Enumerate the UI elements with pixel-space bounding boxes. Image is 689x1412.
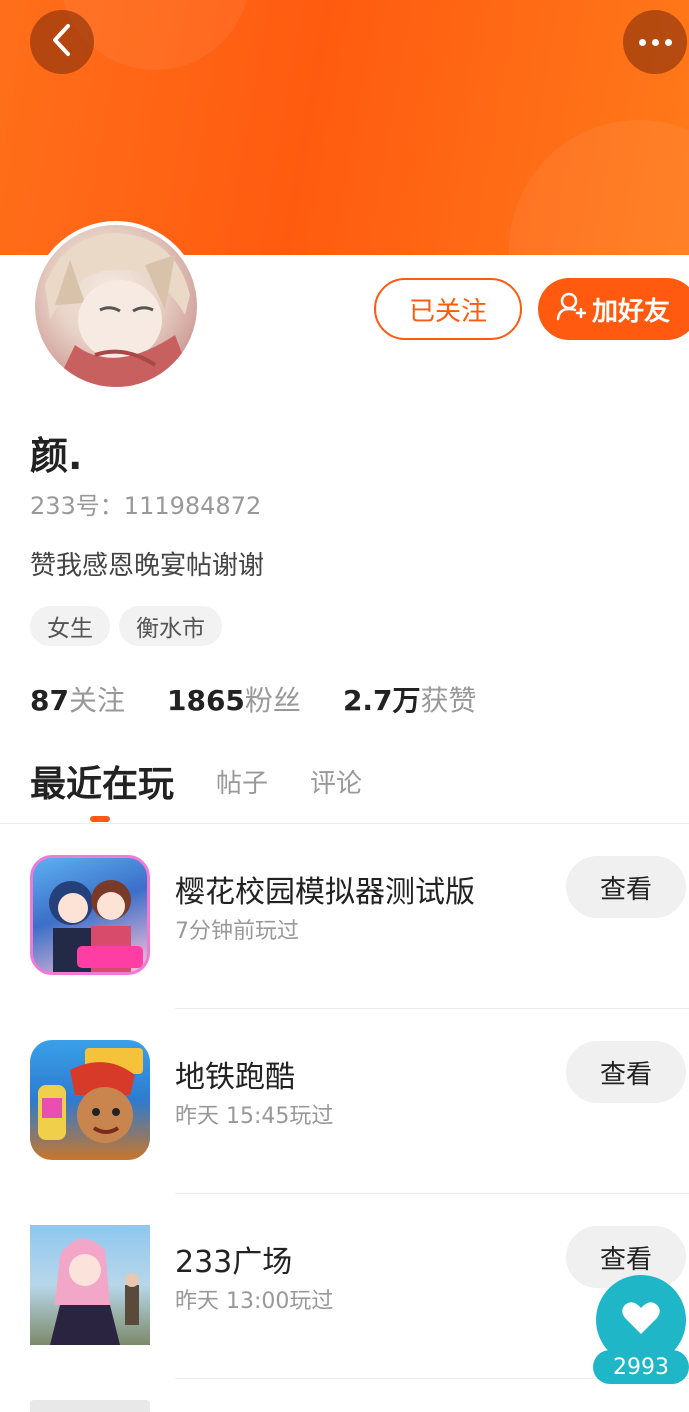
following-label: 已关注 [408, 296, 487, 327]
profile-tabs: 最近在玩 帖子 评论 [30, 755, 404, 807]
divider [175, 1193, 689, 1194]
more-button[interactable] [623, 10, 687, 74]
more-horizontal-icon [636, 38, 675, 46]
tag-gender: 女生 [30, 606, 110, 646]
view-game-label: 查看 [599, 1244, 652, 1275]
game-title: 地铁跑酷 [175, 1060, 295, 1095]
game-title: 樱花校园模拟器测试版 [175, 875, 475, 910]
game-last-played: 昨天 15:45玩过 [175, 1104, 334, 1129]
likes-count: 2.7万 [342, 684, 421, 717]
view-game-button[interactable]: 查看 [566, 1041, 686, 1103]
like-count-badge: 2993 [593, 1350, 689, 1384]
tab-comments[interactable]: 评论 [310, 763, 362, 800]
game-title: 233广场 [175, 1245, 293, 1280]
list-item[interactable]: 樱花校园模拟器测试版 7分钟前玩过 查看 [0, 825, 689, 1010]
divider [0, 823, 689, 824]
banner-decoration [509, 120, 689, 255]
user-id: 233号：111984872 [30, 492, 262, 520]
list-item[interactable]: 233广场 昨天 13:00玩过 查看 [0, 1195, 689, 1380]
game-icon-image [30, 1225, 150, 1345]
back-button[interactable] [30, 10, 94, 74]
following-label: 关注 [68, 684, 125, 717]
tag-location: 衡水市 [119, 606, 222, 646]
user-tags: 女生 衡水市 [30, 606, 222, 646]
view-game-button[interactable]: 查看 [566, 856, 686, 918]
fans-count: 1865 [166, 684, 245, 717]
active-tab-indicator [90, 816, 110, 822]
view-game-label: 查看 [599, 1059, 652, 1090]
following-count: 87 [30, 684, 69, 717]
game-icon-image [30, 855, 150, 975]
game-icon-image [30, 1040, 150, 1160]
stat-fans[interactable]: 1865粉丝 [167, 679, 301, 719]
add-friend-label: 加好友 [592, 296, 671, 327]
game-last-played: 7分钟前玩过 [175, 919, 299, 944]
profile-header-banner [0, 0, 689, 255]
add-friend-button[interactable]: 加好友 [538, 278, 689, 340]
list-item[interactable]: 地铁跑酷 昨天 15:45玩过 查看 [0, 1010, 689, 1195]
user-bio: 赞我感恩晚宴帖谢谢 [30, 551, 265, 581]
profile-stats: 87关注 1865粉丝 2.7万获赞 [30, 679, 519, 719]
stat-following[interactable]: 87关注 [30, 679, 125, 719]
game-last-played: 昨天 13:00玩过 [175, 1289, 334, 1314]
divider [175, 1008, 689, 1009]
avatar-image [35, 225, 197, 387]
chevron-left-icon [51, 23, 73, 61]
following-button[interactable]: 已关注 [374, 278, 522, 340]
tab-posts[interactable]: 帖子 [216, 763, 268, 800]
likes-label: 获赞 [420, 684, 477, 717]
add-user-icon [556, 291, 592, 328]
username: 颜. [30, 434, 83, 478]
avatar[interactable] [31, 221, 201, 391]
heart-icon [621, 1300, 661, 1340]
partial-list-item [30, 1400, 150, 1412]
fans-label: 粉丝 [244, 684, 301, 717]
tab-recently-played[interactable]: 最近在玩 [30, 755, 174, 807]
view-game-label: 查看 [599, 874, 652, 905]
stat-likes: 2.7万获赞 [343, 679, 477, 719]
